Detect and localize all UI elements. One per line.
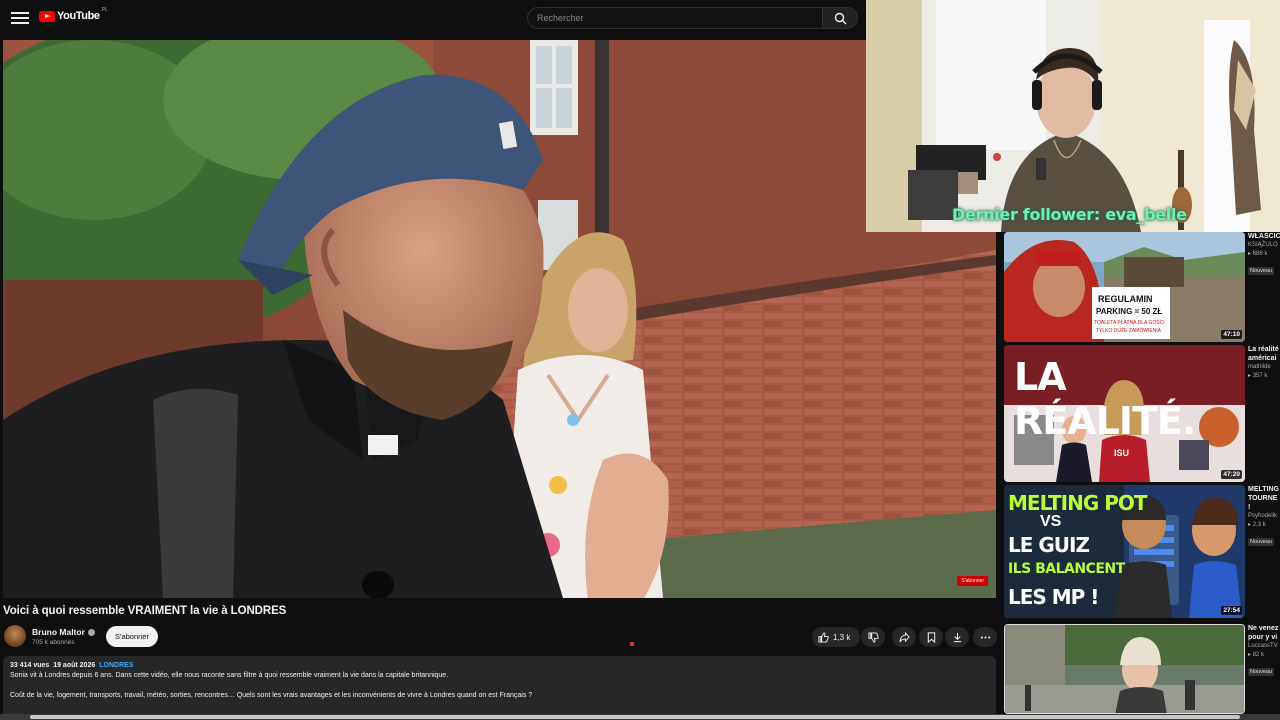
share-button[interactable] — [892, 627, 916, 647]
video-title: Voici à quoi ressemble VRAIMENT la vie à… — [3, 605, 287, 617]
verified-icon — [87, 629, 95, 636]
new-badge: Nouveau — [1248, 538, 1275, 546]
mouse-cursor — [630, 642, 634, 646]
thumbnail-image — [1005, 625, 1244, 713]
video-duration: 47:20 — [1221, 470, 1242, 479]
more-options-button[interactable] — [973, 627, 997, 647]
subscriber-count: 705 k abonnés — [32, 639, 75, 646]
search-button[interactable] — [822, 7, 858, 29]
video-views: ▸ 2,3 k — [1248, 522, 1266, 528]
video-title[interactable]: Ne venez — [1248, 624, 1280, 633]
top-bar: YouTube PL — [0, 0, 866, 36]
view-count: 686 k — [1252, 251, 1268, 257]
thumbnail-caption-2: VS — [1040, 513, 1062, 530]
video-info: WŁAŚCIC KSIĄŻULO ▸ 686 k Nouveau — [1248, 232, 1280, 277]
video-title[interactable]: WŁAŚCIC — [1248, 232, 1280, 241]
dislike-button[interactable] — [861, 627, 885, 647]
video-thumbnail[interactable]: MELTING POT VS LE GUIZ ILS BALANCENT LES… — [1004, 485, 1245, 618]
webcam-overlay: Dernier follower: eva_belle — [866, 0, 1280, 232]
video-channel: Psyhodelik — [1248, 513, 1278, 519]
youtube-logo[interactable]: YouTube PL — [39, 7, 108, 22]
last-follower-text: Dernier follower: eva_belle — [952, 205, 1187, 224]
video-channel: mathilde — [1248, 364, 1271, 370]
new-badge: Nouveau — [1248, 267, 1275, 275]
thumbnail-caption-5: LES MP ! — [1008, 585, 1099, 609]
video-title-line-2[interactable]: américai — [1248, 354, 1280, 363]
thumbnail-caption-4: ILS BALANCENT — [1008, 561, 1125, 577]
search-input[interactable] — [528, 8, 822, 28]
thumbnail-caption-3: TOALETA PŁATNA DLA GOŚCI — [1094, 320, 1165, 326]
video-channel: KSIĄŻULO — [1248, 242, 1278, 248]
view-count: 2,3 k — [1252, 522, 1266, 528]
video-thumbnail[interactable]: LA RÉALITÉ. ISU 47:20 — [1004, 345, 1245, 482]
description-line-1: Sonia vit à Londres depuis 6 ans. Dans c… — [10, 672, 449, 679]
video-frame — [3, 40, 996, 598]
like-count: 1,3 k — [833, 632, 851, 642]
recommended-video[interactable]: REGULAMIN PARKING = 50 ZŁ TOALETA PŁATNA… — [1004, 232, 1280, 342]
search-icon — [834, 12, 847, 25]
thumbnail-caption-2: ISU — [1114, 448, 1130, 458]
subscribe-button[interactable]: S'abonner — [106, 626, 158, 647]
horizontal-scrollbar[interactable] — [0, 714, 1280, 720]
video-title[interactable]: La réalité — [1248, 345, 1280, 354]
video-thumbnail[interactable] — [1004, 624, 1245, 714]
like-button[interactable]: 1,3 k — [812, 627, 860, 647]
share-icon — [898, 631, 910, 642]
channel-name-row[interactable]: Bruno Maltor — [32, 627, 95, 637]
video-duration: 27:54 — [1221, 606, 1242, 615]
bookmark-icon — [927, 631, 935, 643]
scrollbar-thumb[interactable] — [30, 715, 1240, 719]
video-title-line-2[interactable]: TOURNE — [1248, 494, 1280, 503]
thumbnail-caption-3: LE GUIZ — [1008, 533, 1090, 557]
video-player[interactable]: S'abonner — [3, 40, 996, 598]
video-title-line-2[interactable]: pour y vi — [1248, 633, 1280, 642]
description-line-2: Coût de la vie, logement, transports, tr… — [10, 692, 533, 699]
subscribe-watermark[interactable]: S'abonner — [957, 576, 988, 586]
video-info: MELTING TOURNE ! Psyhodelik ▸ 2,3 k Nouv… — [1248, 485, 1280, 548]
video-info: La réalité américai mathilde ▸ 357 k — [1248, 345, 1280, 381]
video-thumbnail[interactable]: REGULAMIN PARKING = 50 ZŁ TOALETA PŁATNA… — [1004, 232, 1245, 342]
download-icon — [953, 632, 961, 642]
recommended-video[interactable]: Ne venez pour y vi LuccassTV ▸ 82 k Nouv… — [1004, 624, 1280, 714]
thumbnail-caption-4: TYLKO DUŻE ZAMÓWIENIA — [1096, 328, 1162, 334]
logo-text: YouTube — [57, 10, 100, 22]
download-button[interactable] — [945, 627, 969, 647]
search-box — [527, 7, 823, 29]
recommended-video[interactable]: MELTING POT VS LE GUIZ ILS BALANCENT LES… — [1004, 485, 1280, 618]
page: YouTube PL Rechercher S'abonner Dernier … — [0, 0, 1280, 720]
logo-region: PL — [101, 7, 108, 13]
thumbs-up-icon — [818, 631, 829, 643]
thumbnail-caption: MELTING POT — [1008, 491, 1148, 515]
recommended-video[interactable]: LA RÉALITÉ. ISU 47:20 La réalité américa… — [1004, 345, 1280, 482]
video-info: Ne venez pour y vi LuccassTV ▸ 82 k Nouv… — [1248, 624, 1280, 678]
video-views: ▸ 82 k — [1248, 652, 1265, 658]
thumbs-down-icon — [867, 631, 879, 643]
save-button[interactable] — [919, 627, 943, 647]
youtube-play-icon — [39, 10, 55, 22]
description-meta: 33 414 vues 19 août 2026 LONDRES — [10, 662, 989, 669]
video-title-line-3[interactable]: ! — [1248, 503, 1280, 512]
hashtag-link[interactable]: LONDRES — [99, 662, 133, 669]
thumbnail-caption: REGULAMIN — [1098, 294, 1153, 304]
channel-avatar[interactable] — [4, 625, 26, 647]
video-channel: LuccassTV — [1248, 643, 1278, 649]
thumbnail-caption: LA RÉALITÉ. — [1014, 355, 1196, 443]
video-views: ▸ 357 k — [1248, 373, 1268, 379]
new-badge: Nouveau — [1248, 668, 1275, 676]
webcam-frame — [866, 0, 1280, 232]
description-box[interactable]: 33 414 vues 19 août 2026 LONDRES Sonia vi… — [3, 656, 996, 720]
video-duration: 47:10 — [1221, 330, 1242, 339]
channel-name[interactable]: Bruno Maltor — [32, 627, 85, 637]
video-views: ▸ 686 k — [1248, 251, 1268, 257]
upload-date: 19 août 2026 — [53, 662, 96, 669]
view-count: 82 k — [1252, 652, 1265, 658]
thumbnail-caption-2: PARKING = 50 ZŁ — [1096, 307, 1163, 316]
more-icon — [980, 635, 990, 639]
video-title[interactable]: MELTING — [1248, 485, 1280, 494]
menu-icon[interactable] — [11, 9, 29, 27]
view-count: 357 k — [1252, 373, 1268, 379]
view-count: 33 414 vues — [10, 662, 50, 669]
